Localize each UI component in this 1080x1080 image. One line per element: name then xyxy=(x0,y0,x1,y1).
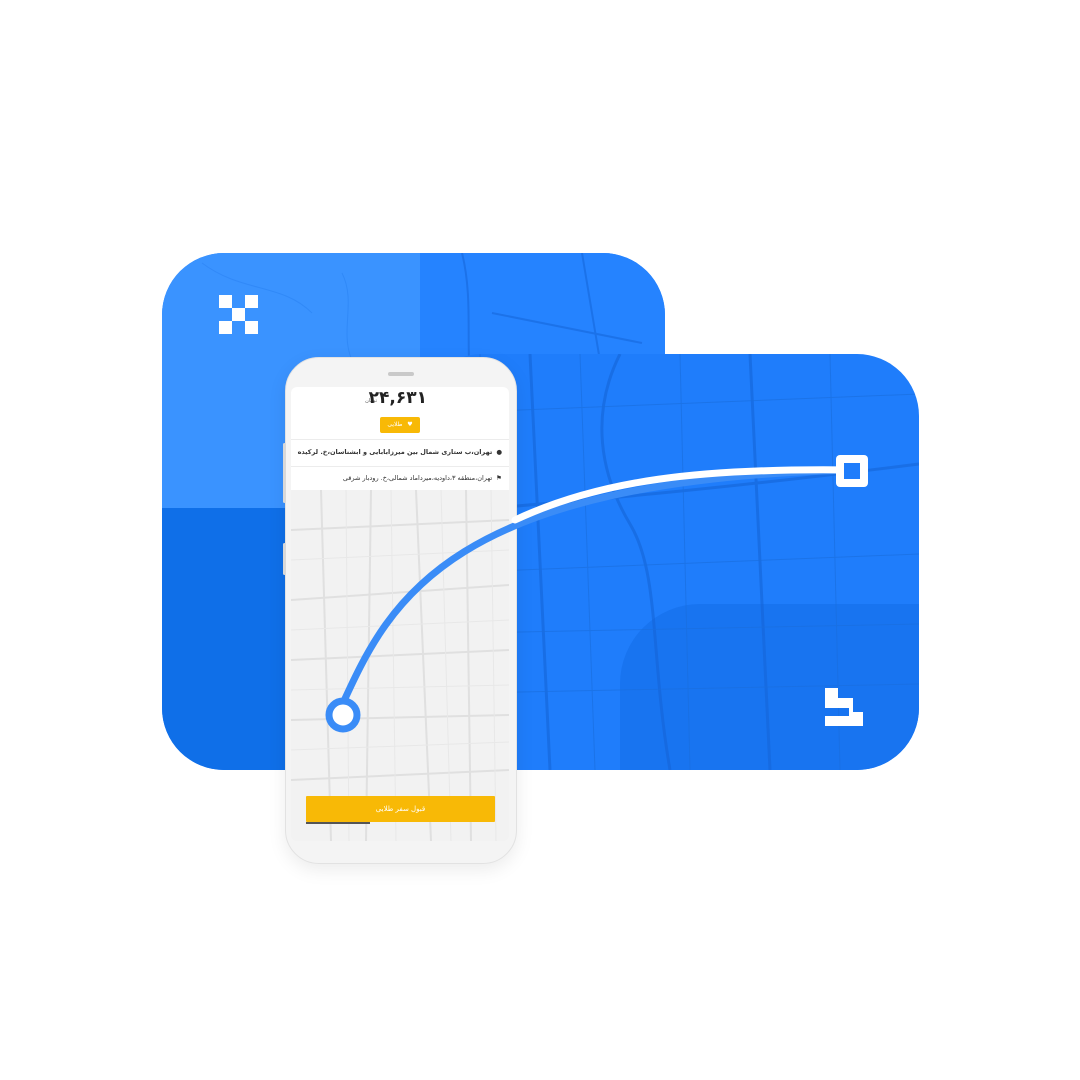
origin-marker-icon xyxy=(325,697,361,733)
route-overlay xyxy=(325,455,868,733)
route-path-card-segment xyxy=(511,466,856,524)
route-path-phone-segment xyxy=(339,466,856,707)
destination-marker-inner xyxy=(844,463,860,479)
